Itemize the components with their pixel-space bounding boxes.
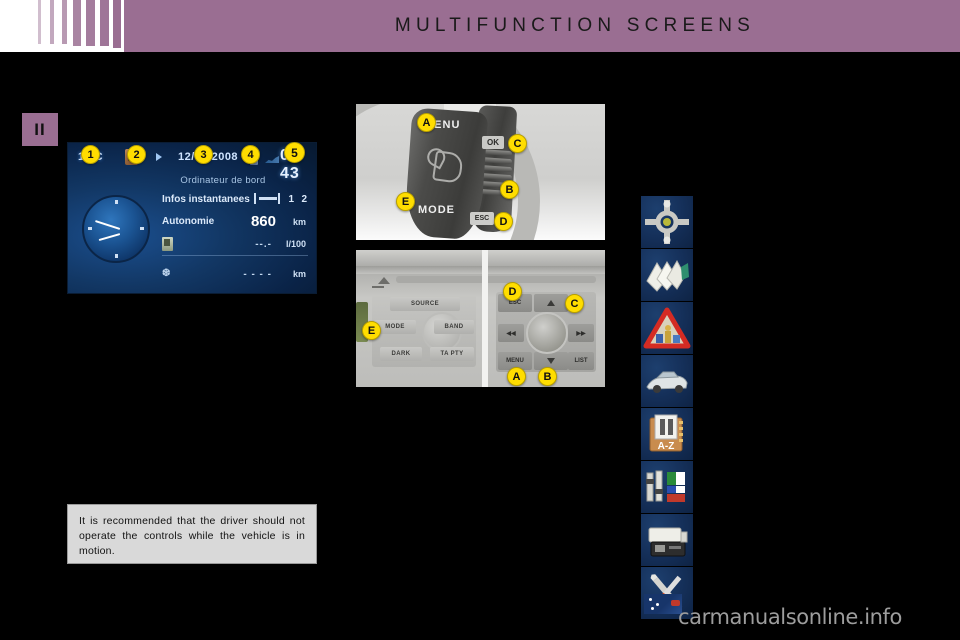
vehicle-icon xyxy=(646,371,688,393)
clock-tick xyxy=(88,227,92,230)
fuel-canister-icon xyxy=(162,237,173,251)
mfd-row: Infos instantanees 1 2 xyxy=(162,191,310,213)
clock-hour-hand xyxy=(98,233,121,242)
callout-stalk-a: A xyxy=(417,113,436,132)
radio-ta-pty-button[interactable]: TA PTY xyxy=(430,347,474,361)
a-z-index-icon: A-Z xyxy=(649,414,683,452)
header-stripe xyxy=(50,0,54,44)
sidebar-item-vehicle[interactable] xyxy=(641,355,693,407)
sidebar-item-warning[interactable] xyxy=(641,302,693,354)
callout-1: 1 xyxy=(81,145,100,164)
sidebar-item-pages[interactable] xyxy=(641,249,693,301)
page-header: MULTIFUNCTION SCREENS xyxy=(0,0,960,52)
recommendation-box: It is recommended that the driver should… xyxy=(67,504,317,564)
eject-icon-bar xyxy=(372,286,384,288)
right-arrow-icon xyxy=(156,153,162,161)
roundabout-icon xyxy=(645,200,689,244)
watermark-text: carmanualsonline.info xyxy=(678,605,902,629)
cd-slot xyxy=(396,276,596,283)
radio-up-button[interactable] xyxy=(534,294,568,312)
callout-stalk-b: B xyxy=(500,180,519,199)
stalk-mode-label: MODE xyxy=(418,204,455,216)
radio-left-controls: SOURCE MODE BAND DARK TA PTY xyxy=(372,295,476,367)
header-stripe xyxy=(100,0,109,46)
mfd-row: Autonomie 860 km xyxy=(162,213,310,235)
callout-radio-c: C xyxy=(565,294,584,313)
callout-radio-b: B xyxy=(538,367,557,386)
mfd-row-unit: km xyxy=(292,269,306,279)
sidebar-item-printer[interactable] xyxy=(641,514,693,566)
multifunction-display-screenshot: 19°C 12/05/2008 09 43 Ordinateur de bord… xyxy=(67,142,317,294)
stalk-ok-button[interactable]: OK xyxy=(482,136,504,149)
triangle-down-icon xyxy=(547,358,555,364)
radio-band-button[interactable]: BAND xyxy=(434,320,474,334)
callout-stalk-e: E xyxy=(396,192,415,211)
chapter-number-tab: II xyxy=(22,113,58,146)
callout-5: 5 xyxy=(284,142,305,163)
eject-icon[interactable] xyxy=(378,277,390,284)
svg-text:A-Z: A-Z xyxy=(658,441,675,452)
sidebar-item-roundabout[interactable] xyxy=(641,196,693,248)
callout-stalk-d: D xyxy=(494,212,513,231)
radio-top-strip xyxy=(356,250,605,266)
radio-source-button[interactable]: SOURCE xyxy=(390,297,460,311)
steering-column-control-photo: MENU MODE OK ESC xyxy=(356,104,605,240)
mfd-row-unit: l/100 xyxy=(285,239,306,249)
photo-divider xyxy=(482,250,488,387)
callout-3: 3 xyxy=(194,145,213,164)
equipment-flags-icon xyxy=(646,470,685,502)
clock-tick xyxy=(140,227,144,230)
mfd-row-value: - - - - xyxy=(243,269,272,280)
mfd-row-value: --.- xyxy=(255,239,272,250)
page-title: MULTIFUNCTION SCREENS xyxy=(394,15,755,36)
mfd-row: ❆ - - - - km xyxy=(162,265,310,291)
radio-top-strip-2 xyxy=(356,266,605,274)
radio-rotary-knob[interactable] xyxy=(526,312,568,354)
clock-tick xyxy=(115,254,118,258)
header-stripe xyxy=(86,0,95,46)
clock-minute-hand xyxy=(94,220,121,230)
manual-pages-icon xyxy=(646,259,689,292)
header-stripe xyxy=(38,0,41,44)
trip-meter-icon xyxy=(254,193,280,204)
callout-4: 4 xyxy=(241,145,260,164)
header-stripe xyxy=(73,0,81,46)
header-stripe xyxy=(62,0,67,44)
radio-dark-button[interactable]: DARK xyxy=(380,347,422,361)
stalk-esc-button[interactable]: ESC xyxy=(470,212,494,225)
mfd-row: --.- l/100 xyxy=(162,235,310,265)
callout-radio-e: E xyxy=(362,321,381,340)
mfd-trip1: 1 xyxy=(288,194,294,205)
clock-tick xyxy=(115,200,118,204)
sidebar-icon-strip: A-Z xyxy=(641,196,693,619)
mfd-row-unit: km xyxy=(292,217,306,227)
header-stripe xyxy=(113,0,121,48)
snowflake-icon: ❆ xyxy=(162,268,171,279)
radio-prev-button[interactable]: ◀◀ xyxy=(498,324,524,342)
callout-stalk-c: C xyxy=(508,134,527,153)
manual-page: MULTIFUNCTION SCREENS II 19°C 12/05/2008… xyxy=(0,0,960,640)
mfd-row-value: 860 xyxy=(250,213,276,230)
sidebar-item-a-z-index[interactable]: A-Z xyxy=(641,408,693,460)
signal-bars-icon xyxy=(265,156,279,163)
radio-list-button[interactable]: LIST xyxy=(568,352,594,370)
mfd-row-label: Infos instantanees xyxy=(162,194,250,205)
printer-icon xyxy=(648,527,688,557)
mfd-trip2: 2 xyxy=(301,194,307,205)
mfd-status-bar: 19°C 12/05/2008 09 43 xyxy=(68,147,316,182)
callout-radio-d: D xyxy=(503,282,522,301)
warning-triangle-icon xyxy=(643,307,691,349)
mfd-analog-clock xyxy=(82,195,150,263)
car-radio-panel-photo: SOURCE MODE BAND DARK TA PTY ESC ◀◀ ▶▶ M… xyxy=(356,250,605,387)
mfd-trip-computer-rows: Infos instantanees 1 2 Autonomie 860 km … xyxy=(162,191,310,291)
mfd-subtitle: Ordinateur de bord xyxy=(180,175,266,186)
header-stripe-pattern xyxy=(0,0,124,52)
callout-2: 2 xyxy=(127,145,146,164)
callout-radio-a: A xyxy=(507,367,526,386)
triangle-up-icon xyxy=(547,300,555,306)
mfd-row-label: Autonomie xyxy=(162,216,215,227)
radio-next-button[interactable]: ▶▶ xyxy=(568,324,594,342)
sidebar-item-equipment[interactable] xyxy=(641,461,693,513)
watermark-flag-icon xyxy=(644,594,682,614)
